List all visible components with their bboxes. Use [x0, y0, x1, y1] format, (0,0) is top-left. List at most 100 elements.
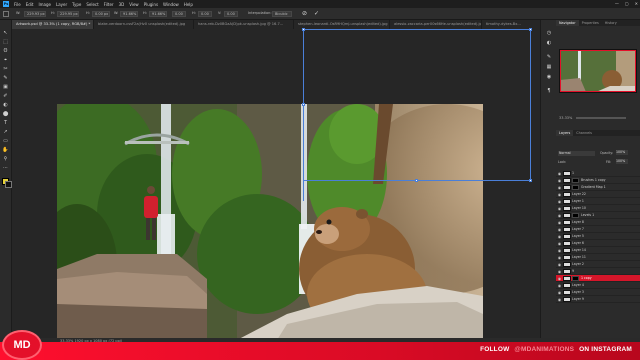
tab-hans[interactable]: hans-reb-Dz0BGaA(D)pk-unsplash.jpg @ 16.…	[194, 20, 294, 29]
visibility-eye-icon[interactable]: ◉	[556, 297, 563, 302]
menu-type[interactable]: Type	[72, 2, 81, 7]
color-icon[interactable]: ◉	[545, 74, 553, 80]
visibility-eye-icon[interactable]: ◉	[556, 262, 563, 267]
layer-row[interactable]: ◉ Layer 14	[556, 247, 640, 254]
swatches-icon[interactable]: ▦	[545, 64, 553, 70]
skew-v-field[interactable]: 0.00	[224, 11, 238, 17]
move-tool-icon[interactable]: ↖	[2, 30, 9, 36]
layer-row[interactable]: ◉ Layer 22	[556, 191, 640, 198]
adjust-icon[interactable]: ◐	[545, 40, 553, 46]
lasso-tool-icon[interactable]: ʘ	[2, 48, 9, 54]
layer-row[interactable]: ◉ Layer 8	[556, 219, 640, 226]
close-button[interactable]: ✕	[635, 1, 638, 6]
quick-select-tool-icon[interactable]: ⌖	[2, 57, 9, 63]
layer-row-selected[interactable]: ◉ 1 copy	[556, 275, 640, 282]
visibility-eye-icon[interactable]: ◉	[556, 213, 563, 218]
brush-settings-icon[interactable]: ✎	[545, 54, 553, 60]
artwork-canvas[interactable]	[57, 104, 483, 340]
tab-blake[interactable]: blake-verdoorn-cssF2a(Hv0 unsplash(edite…	[94, 20, 194, 29]
x-field[interactable]: 229.93 px	[24, 11, 46, 17]
fill-field[interactable]: 100%	[616, 159, 628, 164]
reference-point-icon[interactable]	[3, 11, 9, 17]
visibility-eye-icon[interactable]: ◉	[556, 199, 563, 204]
visibility-eye-icon[interactable]: ◉	[556, 234, 563, 239]
tab-navigator[interactable]: Navigator	[556, 20, 579, 26]
type-tool-icon[interactable]: T	[2, 120, 9, 126]
visibility-eye-icon[interactable]: ◉	[556, 283, 563, 288]
navigator-zoom[interactable]: 33.33%	[559, 116, 572, 120]
width-scale-field[interactable]: 91.66%	[120, 11, 138, 17]
height-scale-field[interactable]: 91.66%	[149, 11, 167, 17]
transform-handle[interactable]	[415, 179, 418, 182]
layer-row[interactable]: ◉ Layer 7	[556, 226, 640, 233]
navigator-zoom-slider[interactable]	[576, 117, 626, 119]
visibility-eye-icon[interactable]: ◉	[556, 269, 563, 274]
maximize-button[interactable]: ▢	[625, 1, 629, 6]
crop-tool-icon[interactable]: ✂	[2, 66, 9, 72]
tab-artwork[interactable]: Artwork.psd @ 33.3% (1 copy, RGB/8#) *	[12, 20, 94, 29]
menu-3d[interactable]: 3D	[119, 2, 125, 7]
visibility-eye-icon[interactable]: ◉	[556, 248, 563, 253]
tab-history[interactable]: History	[602, 20, 620, 26]
transform-handle[interactable]	[302, 103, 305, 106]
visibility-eye-icon[interactable]: ◉	[556, 290, 563, 295]
layer-row[interactable]: ◉ Layer 9	[556, 296, 640, 303]
visibility-eye-icon[interactable]: ◉	[556, 241, 563, 246]
layer-row[interactable]: ◉ Layer 11	[556, 254, 640, 261]
visibility-eye-icon[interactable]: ◉	[556, 185, 563, 190]
layer-row[interactable]: ◉ 9	[556, 268, 640, 275]
navigator-preview[interactable]	[559, 49, 637, 93]
h-offset-field[interactable]: 0.00 px	[92, 11, 110, 17]
path-selection-tool-icon[interactable]: ↗	[2, 129, 9, 135]
layer-row[interactable]: ◉ Layer 5	[556, 233, 640, 240]
tab-alessio[interactable]: alessio-zaccaria-per00s66He-unsplash(edi…	[390, 20, 482, 29]
healing-tool-icon[interactable]: ▣	[2, 84, 9, 90]
shape-tool-icon[interactable]: ▭	[2, 138, 9, 144]
menu-help[interactable]: Help	[184, 2, 193, 7]
history-icon[interactable]: ◷	[545, 30, 553, 36]
layer-row[interactable]: ◉ Brushes 1 copy	[556, 177, 640, 184]
menu-window[interactable]: Window	[163, 2, 179, 7]
eraser-tool-icon[interactable]: ⬤	[2, 111, 9, 117]
transform-handle[interactable]	[529, 28, 532, 31]
layer-row[interactable]: ◉ Layer 1	[556, 198, 640, 205]
tab-stephen[interactable]: stephen-leonardi-OsR9HQmJ-unsplash(edite…	[294, 20, 390, 29]
stamp-tool-icon[interactable]: ◐	[2, 102, 9, 108]
visibility-eye-icon[interactable]: ◉	[556, 192, 563, 197]
background-color-swatch[interactable]	[5, 181, 12, 188]
menu-file[interactable]: File	[14, 2, 21, 7]
commit-transform-icon[interactable]: ✓	[314, 10, 319, 17]
menu-edit[interactable]: Edit	[26, 2, 34, 7]
menu-plugins[interactable]: Plugins	[144, 2, 158, 7]
layer-row[interactable]: ◉ Layer 4	[556, 282, 640, 289]
tab-channels[interactable]: Channels	[573, 130, 595, 136]
tab-layers[interactable]: Layers	[556, 130, 574, 136]
cancel-transform-icon[interactable]: ⊘	[302, 10, 307, 17]
eyedropper-tool-icon[interactable]: ✎	[2, 75, 9, 81]
opacity-field[interactable]: 100%	[616, 150, 628, 155]
layer-row[interactable]: ◉ Layer 10	[556, 205, 640, 212]
paragraph-icon[interactable]: ¶	[545, 88, 553, 94]
menu-image[interactable]: Image	[38, 2, 51, 7]
menu-layer[interactable]: Layer	[56, 2, 67, 7]
blend-mode-select[interactable]: Normal	[558, 151, 595, 156]
visibility-eye-icon[interactable]: ◉	[556, 171, 563, 176]
layer-row[interactable]: ◉ Layer 6	[556, 240, 640, 247]
more-tools-icon[interactable]: ⋯	[2, 165, 9, 171]
layer-row[interactable]: ◉ 1	[556, 170, 640, 177]
menu-view[interactable]: View	[129, 2, 139, 7]
rotate-field[interactable]: 0.00	[172, 11, 186, 17]
visibility-eye-icon[interactable]: ◉	[556, 220, 563, 225]
visibility-eye-icon[interactable]: ◉	[556, 206, 563, 211]
visibility-eye-icon[interactable]: ◉	[556, 227, 563, 232]
minimize-button[interactable]: —	[615, 1, 619, 6]
interpolation-select[interactable]: Bicubic	[272, 11, 292, 17]
visibility-eye-icon[interactable]: ◉	[556, 255, 563, 260]
transform-handle[interactable]	[529, 179, 532, 182]
marquee-tool-icon[interactable]: ⬚	[2, 39, 9, 45]
menu-select[interactable]: Select	[86, 2, 98, 7]
layer-row[interactable]: ◉ Gradient Map 1	[556, 184, 640, 191]
tab-properties[interactable]: Properties	[579, 20, 602, 26]
y-field[interactable]: 229.95 px	[57, 11, 79, 17]
hand-tool-icon[interactable]: ✋	[2, 147, 9, 153]
